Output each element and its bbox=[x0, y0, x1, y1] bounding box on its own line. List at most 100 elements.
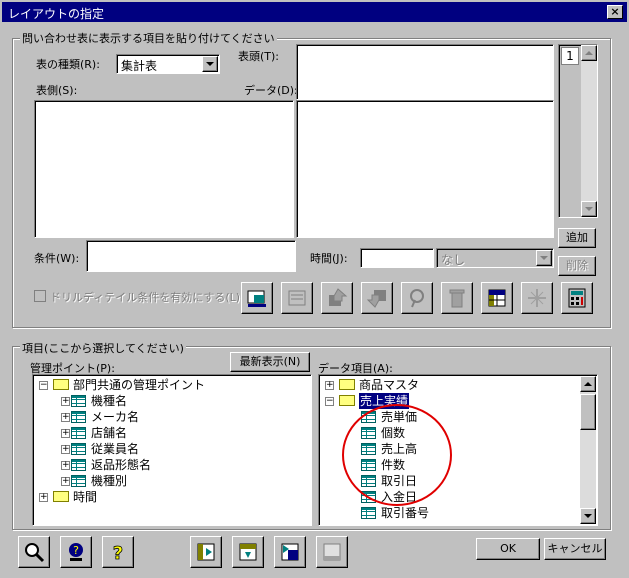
expand-icon[interactable]: + bbox=[61, 413, 70, 422]
tree-item[interactable]: + 店舗名 bbox=[35, 425, 307, 441]
tree-item[interactable]: + 返品形態名 bbox=[35, 457, 307, 473]
table-icon bbox=[71, 427, 86, 439]
row-header-area[interactable] bbox=[34, 100, 294, 238]
collapse-icon[interactable]: − bbox=[325, 397, 334, 406]
tree-item-label: メーカ名 bbox=[91, 410, 140, 424]
time-dropdown[interactable] bbox=[536, 250, 552, 266]
add-button[interactable]: 追加 bbox=[558, 228, 596, 248]
expand-icon[interactable]: + bbox=[325, 381, 334, 390]
chevron-down-icon bbox=[540, 256, 548, 260]
tree-item[interactable]: − 部門共通の管理ポイント bbox=[35, 377, 307, 393]
tree-item[interactable]: + 従業員名 bbox=[35, 441, 307, 457]
insert-data-button[interactable] bbox=[274, 536, 306, 568]
drill-checkbox[interactable] bbox=[34, 290, 46, 302]
close-button[interactable]: × bbox=[607, 5, 623, 19]
layout-group-title: 問い合わせ表に表示する項目を貼り付けてください bbox=[20, 30, 277, 46]
grid-button[interactable] bbox=[481, 282, 513, 314]
person-help-icon: ? bbox=[69, 543, 83, 561]
column-header-area[interactable] bbox=[296, 44, 554, 100]
tree-scroll-up[interactable] bbox=[580, 376, 596, 392]
properties-button[interactable] bbox=[281, 282, 313, 314]
tree-item-label: 従業員名 bbox=[91, 442, 140, 456]
tree-item[interactable]: + 機種別 bbox=[35, 473, 307, 489]
triangle-down-icon bbox=[585, 207, 593, 211]
tree-item[interactable]: + 機種名 bbox=[35, 393, 307, 409]
svg-text:?: ? bbox=[73, 544, 79, 557]
time-input[interactable] bbox=[360, 248, 434, 268]
table-icon bbox=[71, 395, 86, 407]
data-label: データ(D): bbox=[244, 84, 298, 97]
time-select-value: なし bbox=[441, 253, 466, 267]
tree-item-label: 商品マスタ bbox=[359, 378, 420, 392]
condition-input[interactable] bbox=[86, 240, 296, 272]
search-button[interactable] bbox=[18, 536, 50, 568]
tree-item[interactable]: + 商品マスタ bbox=[321, 377, 577, 393]
trash-button[interactable] bbox=[441, 282, 473, 314]
delete-button[interactable]: 削除 bbox=[558, 256, 596, 276]
collapse-icon[interactable]: − bbox=[39, 381, 48, 390]
table-icon bbox=[361, 507, 376, 519]
person-help-button[interactable]: ? bbox=[60, 536, 92, 568]
table-type-label: 表の種類(R): bbox=[36, 58, 100, 71]
scroll-down-button[interactable] bbox=[581, 201, 597, 217]
page-number: 1 bbox=[561, 47, 579, 65]
insert-condition-icon bbox=[323, 543, 341, 561]
tree-item[interactable]: 日番 bbox=[321, 521, 577, 523]
tree-item[interactable]: + 時間 bbox=[35, 489, 307, 505]
help-button[interactable]: ? bbox=[102, 536, 134, 568]
refresh-button[interactable]: 最新表示(N) bbox=[230, 352, 310, 372]
expand-icon[interactable]: + bbox=[61, 429, 70, 438]
cancel-button[interactable]: キャンセル bbox=[544, 538, 606, 560]
insert-condition-button[interactable] bbox=[316, 536, 348, 568]
title-bar: レイアウトの指定 × bbox=[2, 2, 627, 22]
tree-item-label: 店舗名 bbox=[91, 426, 128, 440]
expand-icon[interactable]: + bbox=[61, 397, 70, 406]
table-icon bbox=[71, 475, 86, 487]
tree-scroll-thumb[interactable] bbox=[580, 394, 596, 430]
paste-layout-button[interactable] bbox=[241, 282, 273, 314]
chevron-down-icon bbox=[206, 62, 214, 66]
move-up-button[interactable] bbox=[321, 282, 353, 314]
expand-icon[interactable]: + bbox=[39, 493, 48, 502]
highlight-circle bbox=[342, 404, 452, 506]
data-area[interactable] bbox=[296, 100, 554, 238]
sparkle-button[interactable] bbox=[521, 282, 553, 314]
tree-item-label: 日番 bbox=[381, 521, 405, 523]
calculator-button[interactable] bbox=[561, 282, 593, 314]
help-icon: ? bbox=[112, 543, 123, 563]
items-group-title: 項目(ここから選択してください) bbox=[20, 340, 186, 356]
tree-item-label: 機種名 bbox=[91, 394, 128, 408]
move-down-button[interactable] bbox=[361, 282, 393, 314]
triangle-up-icon bbox=[584, 382, 592, 386]
insert-column-icon bbox=[239, 543, 257, 561]
table-icon bbox=[71, 459, 86, 471]
triangle-down-icon bbox=[584, 514, 592, 518]
rename-button[interactable] bbox=[401, 282, 433, 314]
page-scrollbar[interactable] bbox=[581, 45, 597, 217]
table-icon bbox=[71, 443, 86, 455]
page-spinner: 1 bbox=[558, 44, 598, 218]
table-type-dropdown[interactable] bbox=[202, 56, 218, 72]
time-select[interactable]: なし bbox=[436, 248, 554, 268]
move-down-icon bbox=[366, 290, 386, 308]
scroll-up-button[interactable] bbox=[581, 45, 597, 61]
table-type-select[interactable]: 集計表 bbox=[116, 54, 220, 74]
paste-layout-icon bbox=[247, 290, 266, 307]
move-up-icon bbox=[329, 288, 348, 306]
expand-icon[interactable]: + bbox=[61, 477, 70, 486]
insert-column-button[interactable] bbox=[232, 536, 264, 568]
insert-row-button[interactable] bbox=[190, 536, 222, 568]
tree-item-label: 部門共通の管理ポイント bbox=[73, 378, 206, 392]
tree-scroll-down[interactable] bbox=[580, 508, 596, 524]
tree-item[interactable]: + メーカ名 bbox=[35, 409, 307, 425]
data-items-scrollbar[interactable] bbox=[580, 376, 596, 524]
management-point-tree-rows: − 部門共通の管理ポイント + 機種名 + メーカ名 + 店舗名 + 従業員名 + 返品形態名 + 機種別… bbox=[35, 377, 307, 523]
management-point-tree[interactable]: − 部門共通の管理ポイント + 機種名 + メーカ名 + 店舗名 + 従業員名 + 返品形態名 + 機種別… bbox=[32, 374, 312, 526]
expand-icon[interactable]: + bbox=[61, 445, 70, 454]
trash-icon bbox=[449, 289, 465, 308]
sparkle-icon bbox=[528, 289, 546, 307]
ok-button[interactable]: OK bbox=[476, 538, 540, 560]
expand-icon[interactable]: + bbox=[61, 461, 70, 470]
folder-icon bbox=[53, 379, 69, 390]
column-header-label: 表頭(T): bbox=[238, 50, 280, 63]
